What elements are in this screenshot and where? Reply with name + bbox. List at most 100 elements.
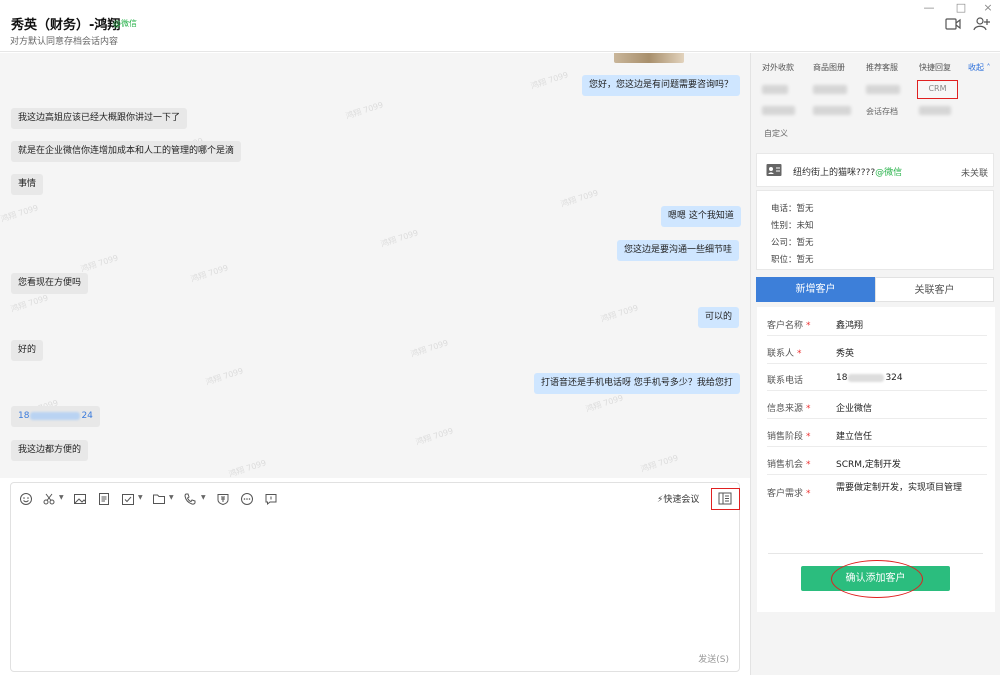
customer-name-value[interactable]: 鑫鸿翔 [836, 318, 863, 331]
message-bubble-out[interactable]: 可以的 [698, 307, 740, 328]
field-contact-phone[interactable]: 联系电话 18 324 [767, 364, 987, 391]
linked-user-card[interactable]: 纽约街上的猫咪????@微信 未关联 [756, 153, 994, 187]
message-bubble-out[interactable]: 您好，您这边是有问题需要咨询吗？ [582, 75, 741, 96]
link-status-badge: 未关联 [960, 169, 988, 179]
watermark: 鸿翔 7099 [79, 253, 120, 274]
archive-notice: 对方默认同意存档会话内容 [10, 37, 119, 47]
phone-prefix: 18 [18, 411, 30, 421]
file-icon[interactable] [97, 492, 111, 506]
customer-needs-value[interactable]: 需要做定制开发，实现项目管理 [836, 482, 990, 494]
tab-link-customer[interactable]: 关联客户 [875, 277, 994, 302]
add-member-icon[interactable] [973, 16, 991, 32]
message-bubble-in[interactable]: 就是在企业微信你连增加成本和人工的管理的哪个是滴 [11, 141, 242, 162]
message-bubble-out[interactable]: 您这边是要沟通一些细节哇 [617, 240, 740, 261]
watermark: 鸿翔 7099 [189, 263, 230, 284]
wechat-tag: @微信 [113, 19, 137, 28]
collapse-label: 收起 [968, 63, 984, 72]
watermark: 鸿翔 7099 [379, 228, 420, 249]
message-bubble-out[interactable]: 嗯嗯 这个我知道 [661, 206, 741, 227]
chevron-down-icon[interactable]: ▼ [138, 494, 143, 501]
field-sales-stage[interactable]: 销售阶段 * 建立信任 [767, 420, 987, 447]
message-bubble-in[interactable]: 我这边高姐应该已经大概跟你讲过一下了 [11, 108, 188, 129]
tab-quick-reply[interactable]: 快捷回复 [919, 62, 951, 73]
tab-new-customer[interactable]: 新增客户 [756, 277, 875, 302]
linked-user-name: 纽约街上的猫咪????@微信 [793, 165, 902, 178]
message-icon[interactable] [264, 492, 278, 506]
tab-product-catalog[interactable]: 商品图册 [813, 62, 845, 73]
redacted-app-icon[interactable] [813, 85, 847, 94]
quick-meeting-label: 快速会议 [663, 495, 700, 505]
message-bubble-in[interactable]: 好的 [11, 340, 44, 361]
sidebar-toggle-button[interactable] [711, 488, 740, 510]
watermark: 鸿翔 7099 [529, 70, 570, 91]
info-company: 公司：暂无 [771, 238, 814, 248]
task-icon[interactable] [121, 492, 135, 506]
watermark: 鸿翔 7099 [599, 303, 640, 324]
video-call-icon[interactable] [944, 16, 962, 32]
message-list[interactable]: 鸿翔 7099 鸿翔 7099 鸿翔 7099 鸿翔 7099 鸿翔 7099 … [0, 53, 750, 478]
highlight-annotation [831, 560, 923, 598]
message-bubble-in[interactable]: 您看现在方便吗 [11, 273, 89, 294]
watermark: 鸿翔 7099 [409, 338, 450, 359]
close-button[interactable]: × [979, 1, 997, 14]
coupon-icon[interactable] [216, 492, 230, 506]
chevron-down-icon[interactable]: ▼ [59, 494, 64, 501]
chat-header: 秀英（财务）-鸿翔 @微信 对方默认同意存档会话内容 — □ × [0, 0, 1000, 52]
phone-number-message[interactable]: 18 24 [11, 406, 100, 427]
message-bubble-out[interactable]: 打语音还是手机电话呀 您手机号多少？我给您打 [534, 373, 740, 394]
watermark: 鸿翔 7099 [227, 458, 268, 478]
linked-user-channel: @微信 [875, 168, 903, 178]
sales-opportunity-value[interactable]: SCRM,定制开发 [836, 457, 901, 470]
phone-icon[interactable] [183, 492, 197, 506]
redacted-app-icon[interactable] [762, 85, 788, 94]
watermark: 鸿翔 7099 [0, 203, 40, 224]
tab-crm[interactable]: CRM [917, 80, 958, 99]
contact-info-card: 电话：暂无 性别：未知 公司：暂无 职位：暂无 [756, 190, 994, 270]
form-divider [768, 553, 983, 554]
send-button[interactable]: 发送(S) [698, 652, 729, 665]
message-composer[interactable]: ▼ ▼ ▼ ▼ ⚡快速会议 发送(S) [10, 482, 740, 672]
tab-external-payment[interactable]: 对外收款 [762, 62, 794, 73]
contact-phone-value[interactable]: 18 324 [836, 373, 903, 383]
info-position: 职位：暂无 [771, 255, 814, 265]
field-customer-needs[interactable]: 客户需求 * 需要做定制开发，实现项目管理 [767, 476, 987, 516]
redacted-app-icon[interactable] [813, 106, 851, 115]
image-icon[interactable] [73, 492, 87, 506]
redacted-digits [848, 373, 885, 382]
sidebar-panel-icon [718, 492, 732, 505]
watermark: 鸿翔 7099 [584, 393, 625, 414]
watermark: 鸿翔 7099 [414, 426, 455, 447]
tab-session-archive[interactable]: 会话存档 [866, 106, 898, 117]
chevron-down-icon[interactable]: ▼ [201, 494, 206, 501]
contact-name: 秀英（财务）-鸿翔 [11, 18, 121, 33]
tab-recommend-agent[interactable]: 推荐客服 [866, 62, 898, 73]
tab-custom[interactable]: 自定义 [764, 128, 788, 139]
folder-icon[interactable] [152, 492, 166, 506]
chevron-down-icon[interactable]: ▼ [169, 494, 174, 501]
chevron-up-icon: ˄ [984, 63, 991, 72]
message-bubble-in[interactable]: 我这边都方便的 [11, 440, 89, 461]
more-icon[interactable] [240, 492, 254, 506]
field-contact-person[interactable]: 联系人 * 秀英 [767, 337, 987, 364]
image-message-thumbnail[interactable] [614, 53, 684, 63]
field-info-source[interactable]: 信息来源 * 企业微信 [767, 392, 987, 419]
redacted-app-icon[interactable] [762, 106, 795, 115]
collapse-button[interactable]: 收起 ˄ [968, 62, 991, 73]
scissors-icon[interactable] [42, 492, 56, 506]
redacted-app-icon[interactable] [919, 106, 951, 115]
crm-side-panel: 对外收款 商品图册 推荐客服 快捷回复 收起 ˄ CRM 会话存档 自定义 纽约… [750, 53, 1000, 675]
maximize-button[interactable]: □ [952, 1, 970, 14]
message-bubble-in[interactable]: 事情 [11, 174, 44, 195]
watermark: 鸿翔 7099 [639, 453, 680, 474]
redacted-digits [30, 411, 81, 420]
contact-person-value[interactable]: 秀英 [836, 346, 854, 359]
sales-stage-value[interactable]: 建立信任 [836, 429, 872, 442]
field-customer-name[interactable]: 客户名称 * 鑫鸿翔 [767, 309, 987, 336]
info-source-value[interactable]: 企业微信 [836, 401, 872, 414]
redacted-app-icon[interactable] [866, 85, 900, 94]
info-phone: 电话：暂无 [771, 204, 814, 214]
quick-meeting-button[interactable]: ⚡快速会议 [657, 492, 699, 505]
field-sales-opportunity[interactable]: 销售机会 * SCRM,定制开发 [767, 448, 987, 475]
emoji-icon[interactable] [19, 492, 33, 506]
minimize-button[interactable]: — [920, 1, 938, 14]
